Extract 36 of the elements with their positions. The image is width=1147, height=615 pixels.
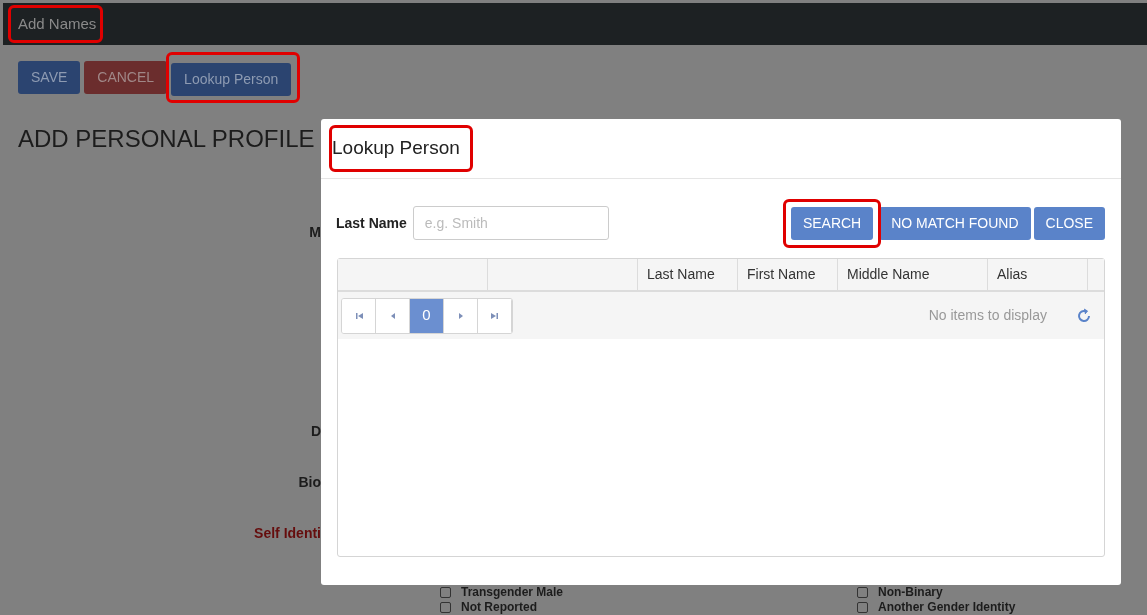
checkbox-label: Transgender Male — [461, 586, 564, 599]
checkbox[interactable] — [440, 587, 451, 598]
toolbar-button[interactable]: CANCEL — [84, 61, 168, 94]
checkbox[interactable] — [857, 602, 868, 613]
form-label: D — [310, 422, 321, 441]
checkbox[interactable] — [857, 587, 868, 598]
checkbox-label: Not Reported — [461, 601, 537, 614]
last-page-icon — [489, 310, 500, 321]
checkbox[interactable] — [440, 602, 451, 613]
last-page-button[interactable] — [478, 298, 512, 333]
toolbar-button[interactable]: SAVE — [18, 61, 81, 94]
column-header[interactable]: Last Name — [638, 259, 738, 290]
dialog-button[interactable]: SEARCH — [790, 206, 874, 240]
form-label: Bio — [298, 473, 321, 492]
dialog-button[interactable]: NO MATCH FOUND — [879, 206, 1031, 240]
page-title: ADD PERSONAL PROFILE — [18, 124, 315, 154]
last-name-field[interactable]: e.g. Smith — [412, 206, 609, 240]
first-page-icon — [353, 310, 364, 321]
column-header[interactable]: Middle Name — [838, 259, 988, 290]
refresh-icon[interactable] — [1076, 307, 1092, 324]
dialog-button[interactable]: CLOSE — [1033, 206, 1105, 240]
prev-page-button[interactable] — [376, 298, 410, 333]
column-header[interactable]: First Name — [738, 259, 838, 290]
form-label: Self Identi — [254, 524, 321, 543]
first-page-button[interactable] — [342, 298, 376, 333]
field-label: Last Name — [336, 213, 407, 233]
column-header[interactable]: Alias — [988, 259, 1088, 290]
dialog-title: Lookup Person — [332, 136, 460, 161]
next-page-button[interactable] — [444, 298, 478, 333]
toolbar-button[interactable]: Lookup Person — [171, 62, 292, 96]
checkbox-label: Another Gender Identity — [878, 601, 1016, 614]
app-title: Add Names — [18, 13, 97, 34]
checkbox-label: Non-Binary — [878, 586, 943, 599]
form-label: M — [309, 223, 321, 242]
page-number[interactable]: 0 — [410, 298, 444, 333]
empty-message: No items to display — [928, 306, 1047, 325]
